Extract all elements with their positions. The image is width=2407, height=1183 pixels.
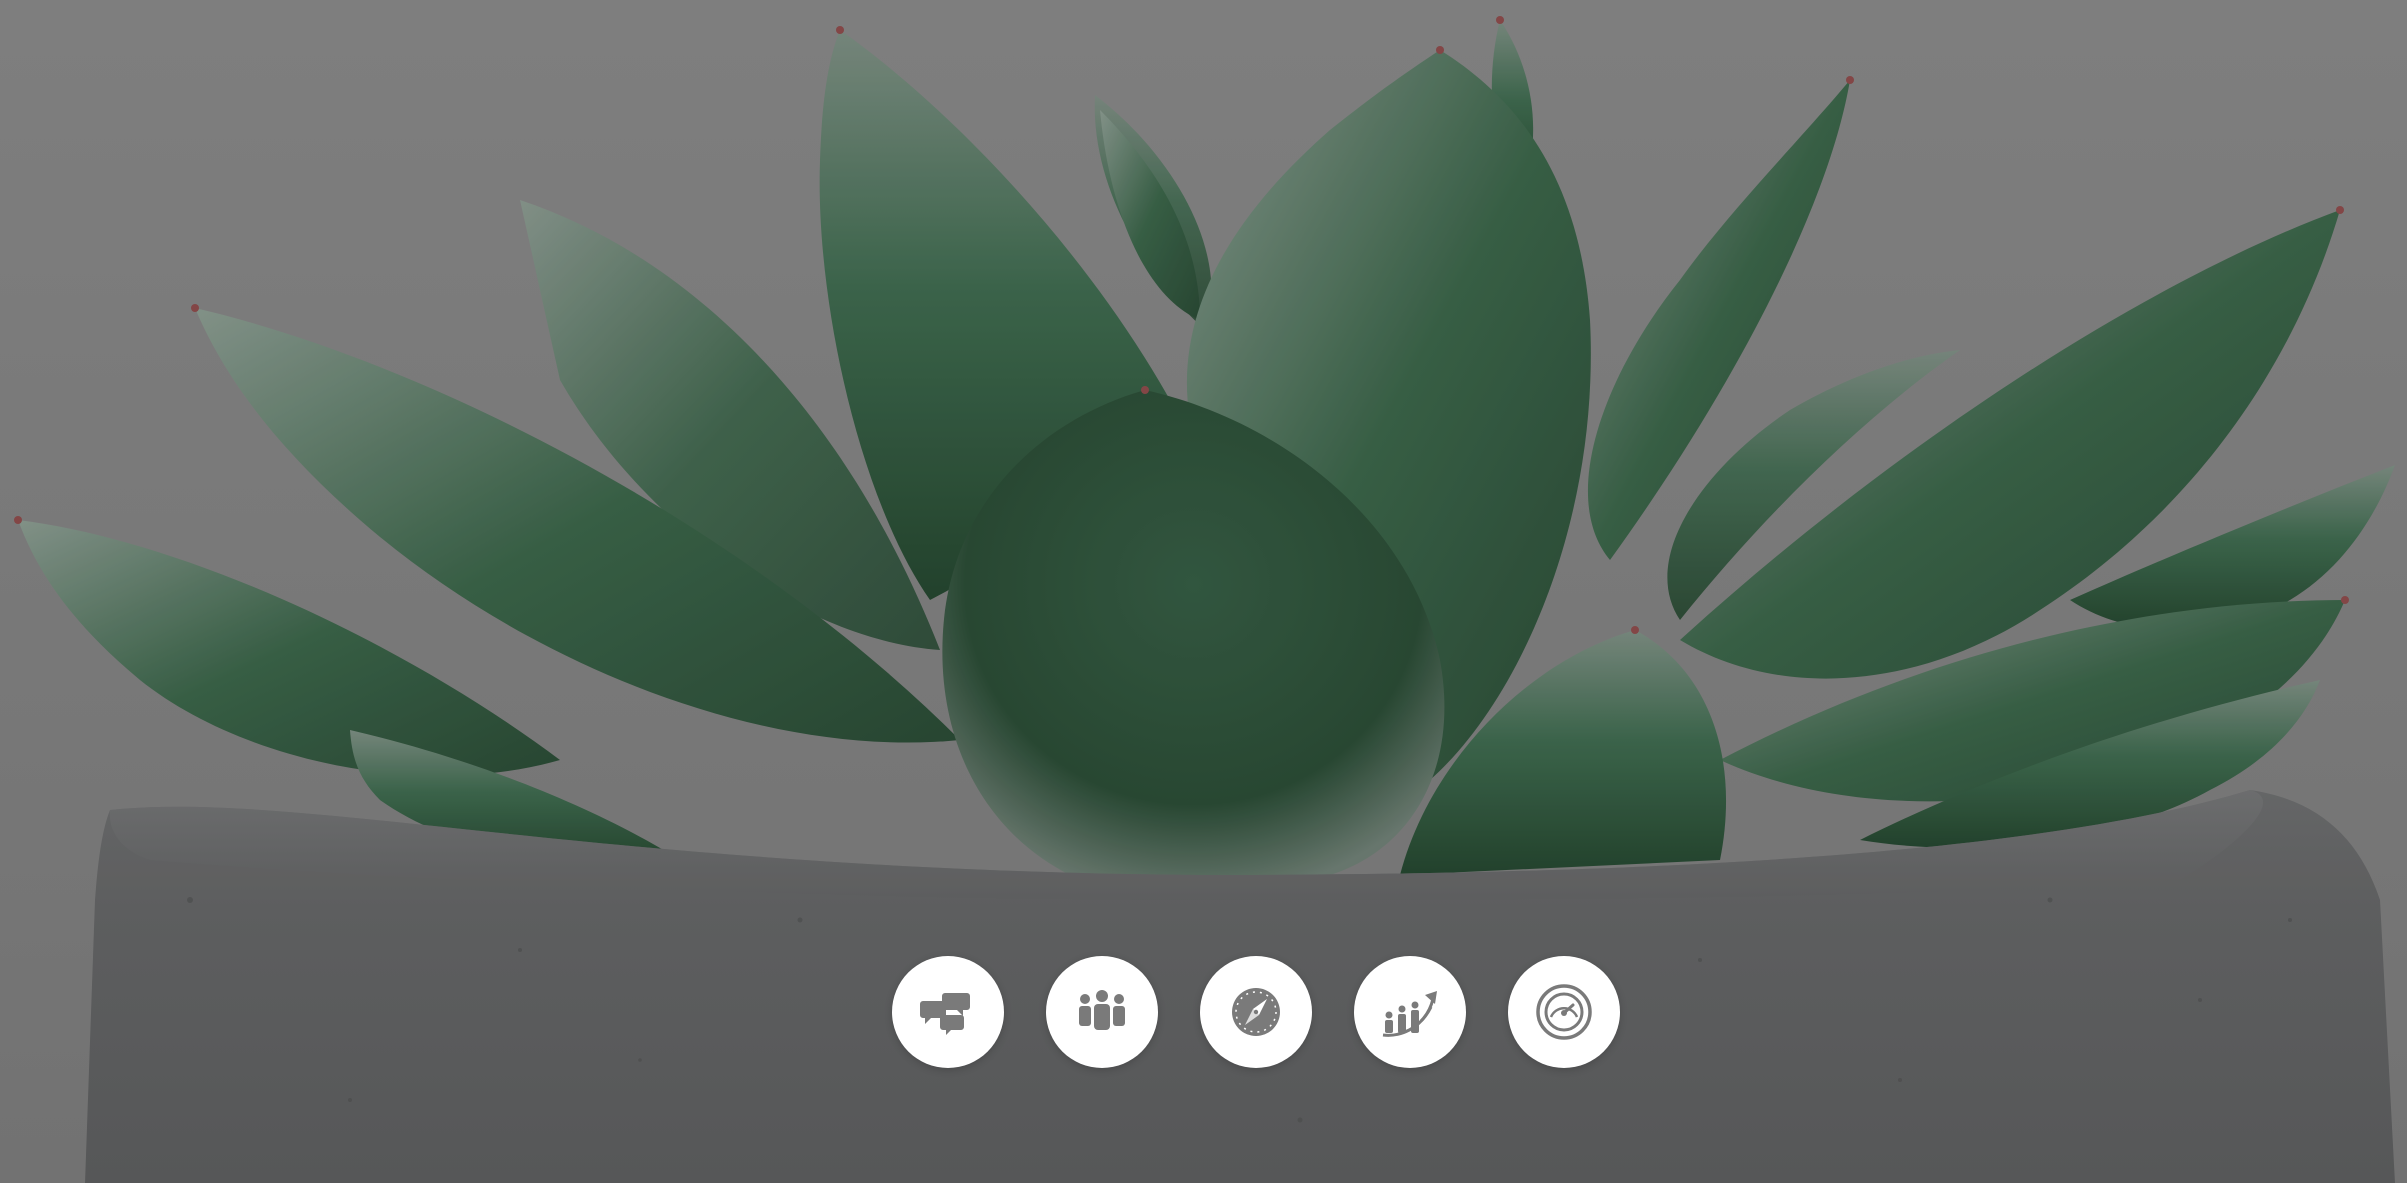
compass-icon <box>1232 988 1280 1036</box>
chat-bubbles-icon <box>920 993 970 1035</box>
speedometer-button[interactable]: speedometer-icon <box>1508 956 1620 1068</box>
growth-chart-button[interactable]: growth-chart-icon <box>1354 956 1466 1068</box>
icon-nav: chat-bubbles-icon team-people-icon compa… <box>892 956 1620 1068</box>
team-people-icon <box>1079 990 1125 1030</box>
compass-button[interactable]: compass-icon <box>1200 956 1312 1068</box>
chat-bubbles-button[interactable]: chat-bubbles-icon <box>892 956 1004 1068</box>
speedometer-icon <box>1536 984 1592 1040</box>
growth-chart-icon <box>1382 991 1437 1037</box>
team-people-button[interactable]: team-people-icon <box>1046 956 1158 1068</box>
